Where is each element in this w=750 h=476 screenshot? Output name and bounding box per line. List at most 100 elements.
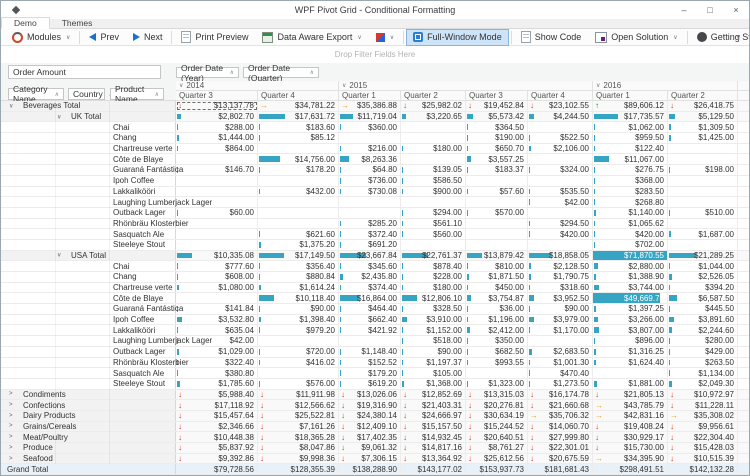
pivot-cell[interactable]: $608.00 xyxy=(176,272,258,282)
pivot-cell[interactable] xyxy=(176,176,258,186)
pivot-cell[interactable]: $139.05 xyxy=(401,165,466,175)
pivot-cell[interactable]: ↓$22,304.40 xyxy=(668,432,738,442)
pivot-cell[interactable]: $2,106.00 xyxy=(528,144,593,154)
pivot-cell[interactable]: ↓$25,612.56 xyxy=(466,454,528,464)
pivot-cell[interactable] xyxy=(401,240,466,250)
pivot-cell[interactable]: $179.20 xyxy=(339,368,401,378)
pivot-cell[interactable]: ↓$15,457.64 xyxy=(176,411,258,421)
quarter-header-cell[interactable]: Quarter 2 xyxy=(668,91,738,101)
pivot-cell[interactable]: $11,067.00 xyxy=(593,154,668,164)
column-field-order-date-year[interactable]: Order Date (Year)∧ xyxy=(176,67,239,78)
pivot-cell[interactable]: $21,289.25 xyxy=(668,251,738,261)
pivot-cell[interactable] xyxy=(668,144,738,154)
pivot-cell[interactable]: $1,148.40 xyxy=(339,347,401,357)
pivot-cell[interactable]: $1,044.00 xyxy=(668,261,738,271)
toolbar-button-full-window-mode[interactable]: Full-Window Mode xyxy=(406,29,509,46)
row-header[interactable]: Chartreuse verte xyxy=(1,283,176,293)
pivot-cell[interactable]: ↓$23,102.55 xyxy=(528,101,593,111)
pivot-cell[interactable]: $635.04 xyxy=(176,325,258,335)
pivot-cell[interactable]: ↓$15,428.03 xyxy=(668,443,738,453)
pivot-cell[interactable]: $138,288.90 xyxy=(339,464,401,474)
pivot-cell[interactable]: $298,491.51 xyxy=(593,464,668,474)
pivot-cell[interactable]: ↓$24,666.97 xyxy=(401,411,466,421)
row-header[interactable]: >Grains/Cereals xyxy=(1,422,176,432)
pivot-cell[interactable]: $1,196.00 xyxy=(466,315,528,325)
pivot-cell[interactable] xyxy=(528,154,593,164)
row-header[interactable]: Ipoh Coffee xyxy=(1,315,176,325)
tab-themes[interactable]: Themes xyxy=(50,18,105,28)
pivot-cell[interactable] xyxy=(401,122,466,132)
pivot-cell[interactable]: $1,080.00 xyxy=(176,283,258,293)
pivot-cell[interactable] xyxy=(668,187,738,197)
row-header[interactable]: Steeleye Stout xyxy=(1,379,176,389)
pivot-cell[interactable]: $1,065.62 xyxy=(593,219,668,229)
pivot-cell[interactable]: $216.00 xyxy=(339,144,401,154)
pivot-cell[interactable]: $14,756.00 xyxy=(258,154,339,164)
pivot-cell[interactable]: $183.60 xyxy=(258,122,339,132)
pivot-cell[interactable]: $864.00 xyxy=(176,144,258,154)
pivot-cell[interactable]: $42.00 xyxy=(528,197,593,207)
pivot-cell[interactable]: $416.02 xyxy=(258,358,339,368)
pivot-cell[interactable] xyxy=(176,154,258,164)
pivot-cell[interactable]: ↓$18,365.28 xyxy=(258,432,339,442)
pivot-cell[interactable]: $17,149.50 xyxy=(258,251,339,261)
pivot-cell[interactable]: $2,244.60 xyxy=(668,325,738,335)
pivot-cell[interactable]: ↓$11,228.11 xyxy=(668,400,738,410)
pivot-cell[interactable]: $420.00 xyxy=(593,229,668,239)
pivot-cell[interactable] xyxy=(339,133,401,143)
pivot-cell[interactable] xyxy=(466,219,528,229)
row-header[interactable]: Chai xyxy=(1,122,176,132)
pivot-cell[interactable]: $535.50 xyxy=(528,187,593,197)
row-header[interactable]: >Condiments xyxy=(1,390,176,400)
pivot-cell[interactable]: $60.00 xyxy=(176,208,258,218)
pivot-cell[interactable]: $17,735.57 xyxy=(593,112,668,122)
row-field-product-name[interactable]: Product Name∧ xyxy=(110,88,164,100)
pivot-cell[interactable]: $17,631.72 xyxy=(258,112,339,122)
pivot-cell[interactable]: $1,368.00 xyxy=(401,379,466,389)
pivot-cell[interactable]: ↓$13,364.92 xyxy=(401,454,466,464)
pivot-cell[interactable]: $586.50 xyxy=(401,176,466,186)
year-header-cell[interactable]: ∨2016 xyxy=(593,81,738,91)
pivot-cell[interactable]: $152.52 xyxy=(339,358,401,368)
pivot-cell[interactable]: $23,667.84 xyxy=(339,251,401,261)
row-header[interactable]: Côte de Blaye xyxy=(1,154,176,164)
pivot-cell[interactable] xyxy=(528,240,593,250)
pivot-cell[interactable]: $57.60 xyxy=(466,187,528,197)
toolbar-button-appearance[interactable]: ∨ xyxy=(369,29,401,46)
pivot-cell[interactable]: $5,573.42 xyxy=(466,112,528,122)
pivot-cell[interactable]: $2,683.50 xyxy=(528,347,593,357)
pivot-cell[interactable]: ↓$15,244.52 xyxy=(466,422,528,432)
pivot-cell[interactable] xyxy=(176,187,258,197)
year-header-cell[interactable]: ∨2014 xyxy=(176,81,339,91)
pivot-cell[interactable] xyxy=(339,336,401,346)
pivot-cell[interactable]: →$34,781.22 xyxy=(258,101,339,111)
pivot-cell[interactable]: $1,029.00 xyxy=(176,347,258,357)
pivot-cell[interactable]: $146.70 xyxy=(176,165,258,175)
pivot-cell[interactable]: $374.40 xyxy=(339,283,401,293)
maximize-button[interactable]: □ xyxy=(697,1,723,19)
row-header[interactable]: Chang xyxy=(1,133,176,143)
pivot-cell[interactable]: $993.55 xyxy=(466,358,528,368)
pivot-cell[interactable]: ↓$19,452.84 xyxy=(466,101,528,111)
pivot-cell[interactable]: $18,858.05 xyxy=(528,251,593,261)
pivot-cell[interactable]: $682.50 xyxy=(466,347,528,357)
pivot-cell[interactable] xyxy=(401,197,466,207)
pivot-cell[interactable]: ↓$15,157.50 xyxy=(401,422,466,432)
toolbar-button-show-code[interactable]: Show Code xyxy=(514,29,589,46)
pivot-cell[interactable] xyxy=(593,368,668,378)
pivot-cell[interactable]: $621.60 xyxy=(258,229,339,239)
pivot-cell[interactable]: $328.50 xyxy=(401,304,466,314)
pivot-cell[interactable] xyxy=(176,293,258,303)
pivot-cell[interactable]: ↓$17,402.35 xyxy=(339,432,401,442)
pivot-cell[interactable]: $1,309.50 xyxy=(668,122,738,132)
pivot-cell[interactable]: ↓$26,418.75 xyxy=(668,101,738,111)
pivot-cell[interactable]: ↓$13,026.06 xyxy=(339,390,401,400)
pivot-cell[interactable]: $79,728.56 xyxy=(176,464,258,474)
row-header[interactable]: Ipoh Coffee xyxy=(1,176,176,186)
toolbar-button-next[interactable]: Next xyxy=(126,29,170,46)
pivot-cell[interactable] xyxy=(528,336,593,346)
pivot-cell[interactable]: $280.00 xyxy=(668,336,738,346)
row-header[interactable]: Lakkalikööri xyxy=(1,187,176,197)
pivot-cell[interactable]: ↓$14,817.16 xyxy=(401,443,466,453)
pivot-cell[interactable] xyxy=(258,144,339,154)
